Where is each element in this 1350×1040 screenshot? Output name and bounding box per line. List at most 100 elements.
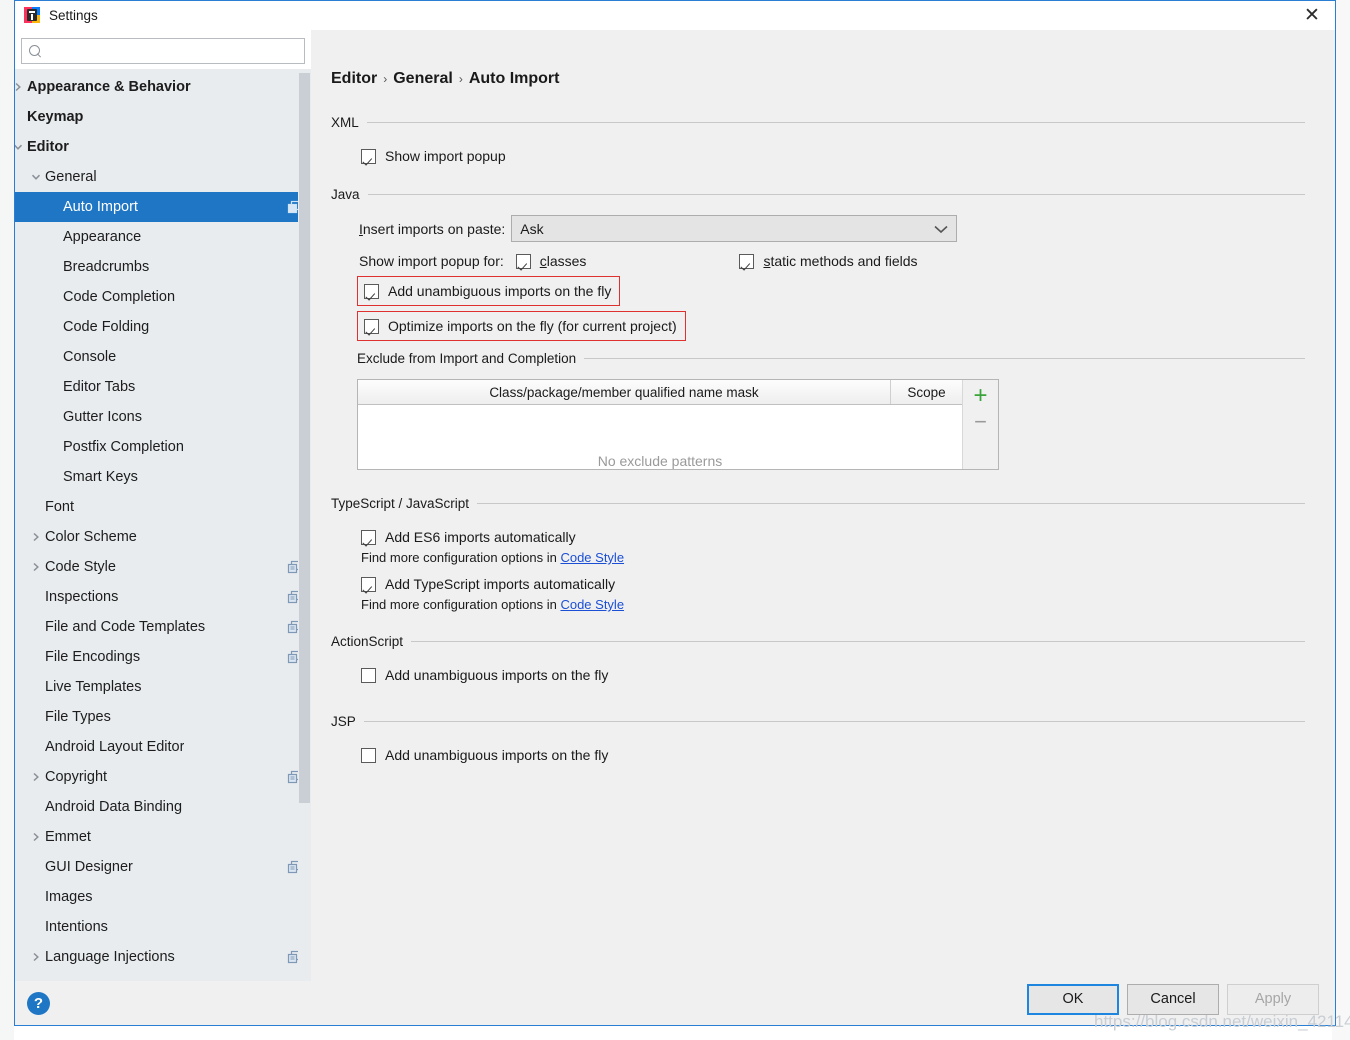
sidebar-item-console[interactable]: Console [15,342,311,372]
exclude-table-body[interactable]: No exclude patterns [358,405,962,469]
sidebar-item-general[interactable]: General [15,162,311,192]
sidebar-item-breadcrumbs[interactable]: Breadcrumbs [15,252,311,282]
settings-sidebar: Appearance & Behavior KeymapEditorGeneral… [15,30,311,1025]
section-exclude-header: Exclude from Import and Completion [357,351,1305,366]
checkbox-add-typescript-imports[interactable]: Add TypeScript imports automatically [361,571,1305,597]
sidebar-item-postfix-completion[interactable]: Postfix Completion [15,432,311,462]
window-title: Settings [49,8,98,23]
sidebar-item-android-data-binding[interactable]: Android Data Binding [15,792,311,822]
help-icon[interactable]: ? [27,992,50,1015]
link-code-style[interactable]: Code Style [560,597,624,612]
content-scroll-area: Editor › General › Auto Import XML [311,30,1335,973]
sidebar-item-gui-designer[interactable]: GUI Designer [15,852,311,882]
sidebar-item-emmet[interactable]: Emmet [15,822,311,852]
chevron-right-icon[interactable] [27,832,45,842]
sidebar-scrollbar[interactable] [298,69,311,981]
sidebar-item-code-completion[interactable]: Code Completion [15,282,311,312]
breadcrumb-editor[interactable]: Editor [331,70,377,88]
checkbox-java-classes[interactable]: classes [516,250,587,272]
chevron-right-icon[interactable] [27,772,45,782]
breadcrumb-separator: › [459,72,463,86]
checkbox-jsp-add-unambiguous[interactable]: Add unambiguous imports on the fly [361,742,1305,768]
search-icon [29,45,42,58]
sidebar-item-live-templates[interactable]: Live Templates [15,672,311,702]
sidebar-item-label: Appearance & Behavior [27,79,191,95]
sidebar-item-keymap[interactable]: Keymap [15,102,311,132]
hint-prefix: Find more configuration options in [361,550,560,565]
checkbox-java-optimize-imports[interactable]: Optimize imports on the fly (for current… [364,314,677,338]
chevron-down-icon[interactable] [27,172,45,182]
sidebar-scrollbar-thumb[interactable] [299,73,310,803]
checkbox-java-add-unambiguous[interactable]: Add unambiguous imports on the fly [364,279,611,303]
tree-item-partial[interactable]: … [15,972,311,981]
checkbox-indicator[interactable] [361,577,376,592]
hint-prefix: Find more configuration options in [361,597,560,612]
search-input[interactable] [42,40,304,62]
search-box[interactable] [21,38,305,64]
link-code-style[interactable]: Code Style [560,550,624,565]
checkbox-indicator[interactable] [739,254,754,269]
checkbox-indicator[interactable] [361,149,376,164]
ok-button[interactable]: OK [1027,984,1119,1015]
breadcrumb-auto-import: Auto Import [469,70,560,88]
checkbox-actionscript-add-unambiguous[interactable]: Add unambiguous imports on the fly [361,662,1305,688]
chevron-down-icon [934,221,948,237]
sidebar-item-language-injections[interactable]: Language Injections [15,942,311,972]
sidebar-item-file-encodings[interactable]: File Encodings [15,642,311,672]
section-ts-header: TypeScript / JavaScript [331,496,1305,511]
sidebar-item-file-types[interactable]: File Types [15,702,311,732]
chevron-right-icon[interactable] [27,562,45,572]
close-icon[interactable]: ✕ [1289,1,1335,30]
checkbox-indicator[interactable] [361,668,376,683]
breadcrumb-general[interactable]: General [393,70,453,88]
checkbox-indicator[interactable] [364,284,379,299]
sidebar-item-auto-import[interactable]: Auto Import [15,192,311,222]
checkbox-label: Add unambiguous imports on the fly [385,667,608,683]
sidebar-item-appearance[interactable]: Appearance [15,222,311,252]
chevron-right-icon[interactable] [27,952,45,962]
plus-icon[interactable]: + [968,383,994,409]
sidebar-item-images[interactable]: Images [15,882,311,912]
sidebar-item-editor-tabs[interactable]: Editor Tabs [15,372,311,402]
chevron-down-icon[interactable] [15,142,27,152]
insert-imports-select[interactable]: Ask [511,215,957,242]
sidebar-item-intentions[interactable]: Intentions [15,912,311,942]
sidebar-item-inspections[interactable]: Inspections [15,582,311,612]
chevron-right-icon[interactable] [27,532,45,542]
section-xml-title: XML [331,115,359,130]
highlight-box-optimize-imports: Optimize imports on the fly (for current… [357,311,686,341]
column-header-mask[interactable]: Class/package/member qualified name mask [358,380,891,404]
checkbox-label: classes [540,253,587,269]
checkbox-indicator[interactable] [364,319,379,334]
checkbox-indicator[interactable] [361,530,376,545]
column-header-scope[interactable]: Scope [891,380,962,404]
sidebar-item-copyright[interactable]: Copyright [15,762,311,792]
background-ide-left [0,0,14,1040]
sidebar-item-label: Code Folding [63,319,149,335]
exclude-table-header: Class/package/member qualified name mask… [358,380,962,405]
sidebar-item-android-layout-editor[interactable]: Android Layout Editor [15,732,311,762]
sidebar-item-code-style[interactable]: Code Style [15,552,311,582]
sidebar-item-editor[interactable]: Editor [15,132,311,162]
minus-icon[interactable]: − [968,409,994,435]
checkbox-add-es6-imports[interactable]: Add ES6 imports automatically [361,524,1305,550]
sidebar-item-file-and-code-templates[interactable]: File and Code Templates [15,612,311,642]
checkbox-indicator[interactable] [516,254,531,269]
show-import-popup-for-row: Show import popup for: classes static me… [359,250,1305,272]
exclude-table: Class/package/member qualified name mask… [357,379,999,470]
cancel-button[interactable]: Cancel [1127,984,1219,1015]
sidebar-item-color-scheme[interactable]: Color Scheme [15,522,311,552]
chevron-right-icon[interactable] [15,82,27,92]
sidebar-item-appearance-behavior[interactable]: Appearance & Behavior [15,72,311,102]
checkbox-indicator[interactable] [361,748,376,763]
sidebar-item-gutter-icons[interactable]: Gutter Icons [15,402,311,432]
hint-es6-code-style: Find more configuration options in Code … [361,550,1305,565]
intellij-idea-logo-icon [24,7,40,23]
sidebar-item-label: Breadcrumbs [63,259,149,275]
checkbox-xml-show-import-popup[interactable]: Show import popup [361,143,1305,169]
sidebar-item-font[interactable]: Font [15,492,311,522]
sidebar-item-label: Images [45,889,93,905]
sidebar-item-code-folding[interactable]: Code Folding [15,312,311,342]
checkbox-java-static-methods[interactable]: static methods and fields [739,250,917,272]
sidebar-item-smart-keys[interactable]: Smart Keys [15,462,311,492]
